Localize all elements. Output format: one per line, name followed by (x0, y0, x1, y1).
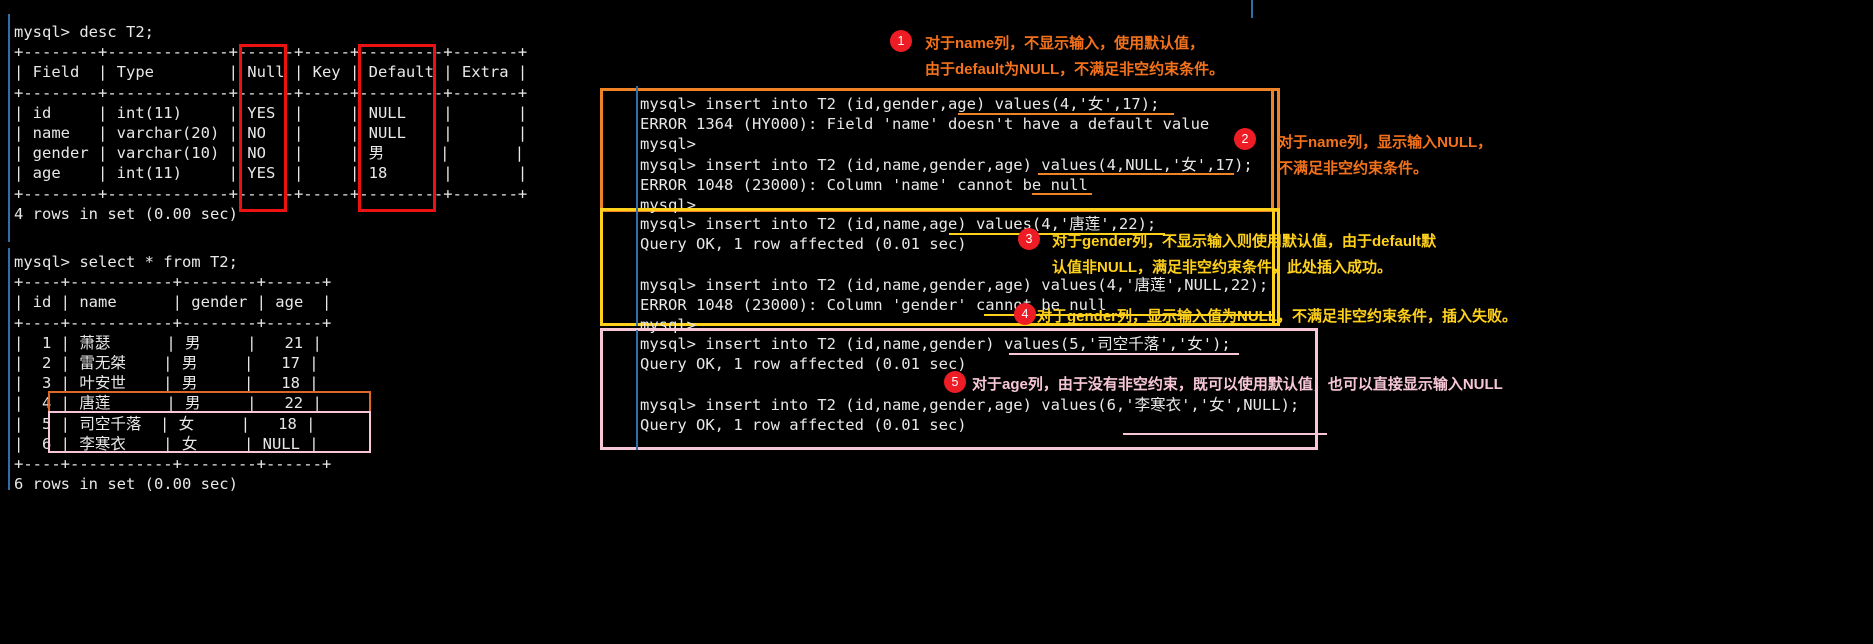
annotation-text-4-line1: 对于gender列，显示输入值为NULL，不满足非空约束条件，插入失败。 (1037, 308, 1518, 325)
annotation-badge-5: 5 (944, 371, 966, 393)
desc-command-line: mysql> desc T2; (14, 23, 154, 41)
top-cursor-tick (1251, 0, 1253, 18)
terminal-cursor-bar-top (8, 14, 10, 242)
annotation-text-3-line1: 对于gender列，不显示输入则使用默认值，由于default默 (1052, 233, 1437, 250)
highlight-box-row-4 (48, 391, 371, 413)
code-caret-1 (636, 86, 638, 210)
annotation-badge-2: 2 (1234, 128, 1256, 150)
annotation-text-1-line2: 由于default为NULL，不满足非空约束条件。 (925, 61, 1225, 78)
annotation-text-2-line1: 对于name列，显示输入NULL， (1278, 134, 1493, 151)
highlight-box-default-column (358, 44, 436, 212)
underline-values-4 (1009, 353, 1239, 355)
annotation-rule-2 (1271, 88, 1274, 212)
underline-values-1 (958, 113, 1174, 115)
annotation-text-1-line1: 对于name列，不显示输入，使用默认值， (925, 35, 1205, 52)
left-terminal-panel: mysql> desc T2; +--------+-------------+… (0, 0, 600, 644)
annotation-text-3-line2: 认值非NULL，满足非空约束条件，此处插入成功。 (1052, 259, 1392, 276)
annotation-badge-3: 3 (1018, 228, 1040, 250)
annotation-text-5-line1: 对于age列，由于没有非空约束，既可以使用默认值，也可以直接显示输入NULL (972, 376, 1503, 393)
underline-values-2 (1038, 173, 1234, 175)
right-annotation-panel: 1 对于name列，不显示输入，使用默认值， 由于default为NULL，不满… (600, 0, 1873, 644)
annotation-badge-1: 1 (890, 30, 912, 52)
select-output-block: mysql> select * from T2; +----+---------… (14, 252, 331, 494)
annotation-badge-4: 4 (1014, 303, 1036, 325)
select-result-table: +----+-----------+--------+------+ | id … (14, 273, 332, 494)
underline-null-1 (1032, 193, 1092, 195)
terminal-cursor-bar-bottom (8, 248, 10, 490)
annotation-text-2-line2: 不满足非空约束条件。 (1278, 160, 1429, 177)
select-command-line: mysql> select * from T2; (14, 253, 238, 271)
underline-values-5 (1123, 433, 1327, 435)
code-caret-2 (636, 208, 638, 326)
code-caret-3 (636, 330, 638, 450)
highlight-box-rows-5-6 (48, 411, 371, 453)
highlight-box-null-column (239, 44, 287, 212)
